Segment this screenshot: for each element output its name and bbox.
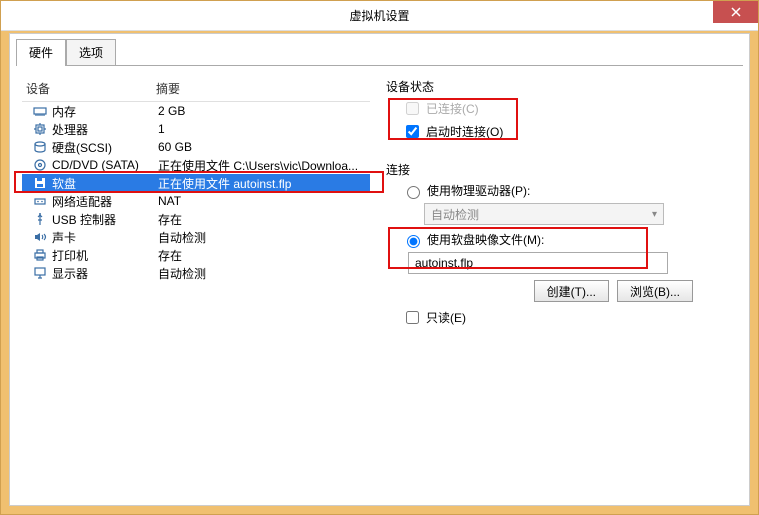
- connect-on-power-checkbox[interactable]: [406, 125, 419, 138]
- connect-on-power-label: 启动时连接(O): [426, 123, 503, 140]
- window-title: 虚拟机设置: [349, 7, 409, 24]
- device-summary: NAT: [158, 194, 370, 208]
- physical-drive-radio[interactable]: [407, 186, 420, 199]
- use-image-label: 使用软盘映像文件(M):: [427, 231, 544, 248]
- tab-hardware[interactable]: 硬件: [16, 39, 66, 66]
- device-summary: 2 GB: [158, 104, 370, 118]
- physical-drive-select[interactable]: 自动检测 ▾: [424, 203, 664, 225]
- physical-drive-value: 自动检测: [431, 206, 479, 223]
- readonly-checkbox[interactable]: [406, 311, 419, 324]
- device-list-pane: 设备 摘要 内存2 GB处理器1硬盘(SCSI)60 GBCD/DVD (SAT…: [16, 76, 376, 508]
- readonly-row: 只读(E): [402, 308, 733, 327]
- readonly-label: 只读(E): [426, 309, 466, 326]
- list-header: 设备 摘要: [22, 76, 370, 102]
- device-name: 硬盘(SCSI): [52, 139, 158, 156]
- header-device: 设备: [22, 76, 152, 101]
- device-rows: 内存2 GB处理器1硬盘(SCSI)60 GBCD/DVD (SATA)正在使用…: [22, 102, 370, 282]
- usb-icon: [32, 211, 48, 227]
- use-image-radio[interactable]: [407, 235, 420, 248]
- device-name: 显示器: [52, 265, 158, 282]
- device-name: 网络适配器: [52, 193, 158, 210]
- device-row[interactable]: 内存2 GB: [22, 102, 370, 120]
- device-row[interactable]: 处理器1: [22, 120, 370, 138]
- cpu-icon: [32, 121, 48, 137]
- cd-icon: [32, 157, 48, 173]
- device-row[interactable]: 打印机存在: [22, 246, 370, 264]
- device-name: 软盘: [52, 175, 158, 192]
- device-name: 处理器: [52, 121, 158, 138]
- close-button[interactable]: [713, 1, 758, 23]
- create-button[interactable]: 创建(T)...: [534, 280, 609, 302]
- physical-drive-label: 使用物理驱动器(P):: [427, 182, 530, 199]
- browse-button[interactable]: 浏览(B)...: [617, 280, 693, 302]
- physical-drive-select-row: 自动检测 ▾: [424, 203, 733, 225]
- display-icon: [32, 265, 48, 281]
- device-row[interactable]: 网络适配器NAT: [22, 192, 370, 210]
- header-summary: 摘要: [152, 76, 370, 101]
- tab-content: 设备 摘要 内存2 GB处理器1硬盘(SCSI)60 GBCD/DVD (SAT…: [16, 65, 743, 508]
- sound-icon: [32, 229, 48, 245]
- device-summary: 60 GB: [158, 140, 370, 154]
- device-summary: 自动检测: [158, 229, 370, 246]
- device-summary: 自动检测: [158, 265, 370, 282]
- device-name: 内存: [52, 103, 158, 120]
- titlebar: 虚拟机设置: [1, 1, 758, 31]
- device-name: CD/DVD (SATA): [52, 158, 158, 172]
- tab-options[interactable]: 选项: [66, 39, 116, 66]
- device-summary: 1: [158, 122, 370, 136]
- physical-drive-row: 使用物理驱动器(P):: [402, 182, 733, 199]
- settings-pane: 设备状态 已连接(C) 启动时连接(O) 连接 使用物理驱动器(P):: [376, 76, 743, 508]
- device-summary: 正在使用文件 autoinst.flp: [158, 175, 370, 192]
- device-summary: 存在: [158, 247, 370, 264]
- connected-label: 已连接(C): [426, 100, 479, 117]
- group-status-title: 设备状态: [386, 78, 733, 95]
- device-summary: 存在: [158, 211, 370, 228]
- floppy-icon: [32, 175, 48, 191]
- image-path-input[interactable]: [408, 252, 668, 274]
- device-row[interactable]: CD/DVD (SATA)正在使用文件 C:\Users\vic\Downloa…: [22, 156, 370, 174]
- device-row[interactable]: 软盘正在使用文件 autoinst.flp: [22, 174, 370, 192]
- connected-row: 已连接(C): [402, 99, 733, 118]
- settings-window: 虚拟机设置 硬件 选项 设备 摘要 内存2 GB处理器1硬盘(SCSI)60 G…: [0, 0, 759, 515]
- device-row[interactable]: USB 控制器存在: [22, 210, 370, 228]
- dialog-body: 硬件 选项 设备 摘要 内存2 GB处理器1硬盘(SCSI)60 GBCD/DV…: [9, 33, 750, 506]
- image-buttons-row: 创建(T)... 浏览(B)...: [386, 280, 733, 302]
- chevron-down-icon: ▾: [652, 209, 657, 220]
- connected-checkbox: [406, 102, 419, 115]
- close-icon: [731, 7, 741, 17]
- printer-icon: [32, 247, 48, 263]
- memory-icon: [32, 103, 48, 119]
- device-row[interactable]: 显示器自动检测: [22, 264, 370, 282]
- device-name: 声卡: [52, 229, 158, 246]
- device-summary: 正在使用文件 C:\Users\vic\Downloa...: [158, 157, 370, 174]
- tab-strip: 硬件 选项: [16, 38, 749, 65]
- device-name: USB 控制器: [52, 211, 158, 228]
- disk-icon: [32, 139, 48, 155]
- use-image-row: 使用软盘映像文件(M):: [402, 231, 733, 248]
- device-row[interactable]: 声卡自动检测: [22, 228, 370, 246]
- net-icon: [32, 193, 48, 209]
- group-connection-title: 连接: [386, 161, 733, 178]
- device-row[interactable]: 硬盘(SCSI)60 GB: [22, 138, 370, 156]
- connect-on-power-row: 启动时连接(O): [402, 122, 733, 141]
- device-name: 打印机: [52, 247, 158, 264]
